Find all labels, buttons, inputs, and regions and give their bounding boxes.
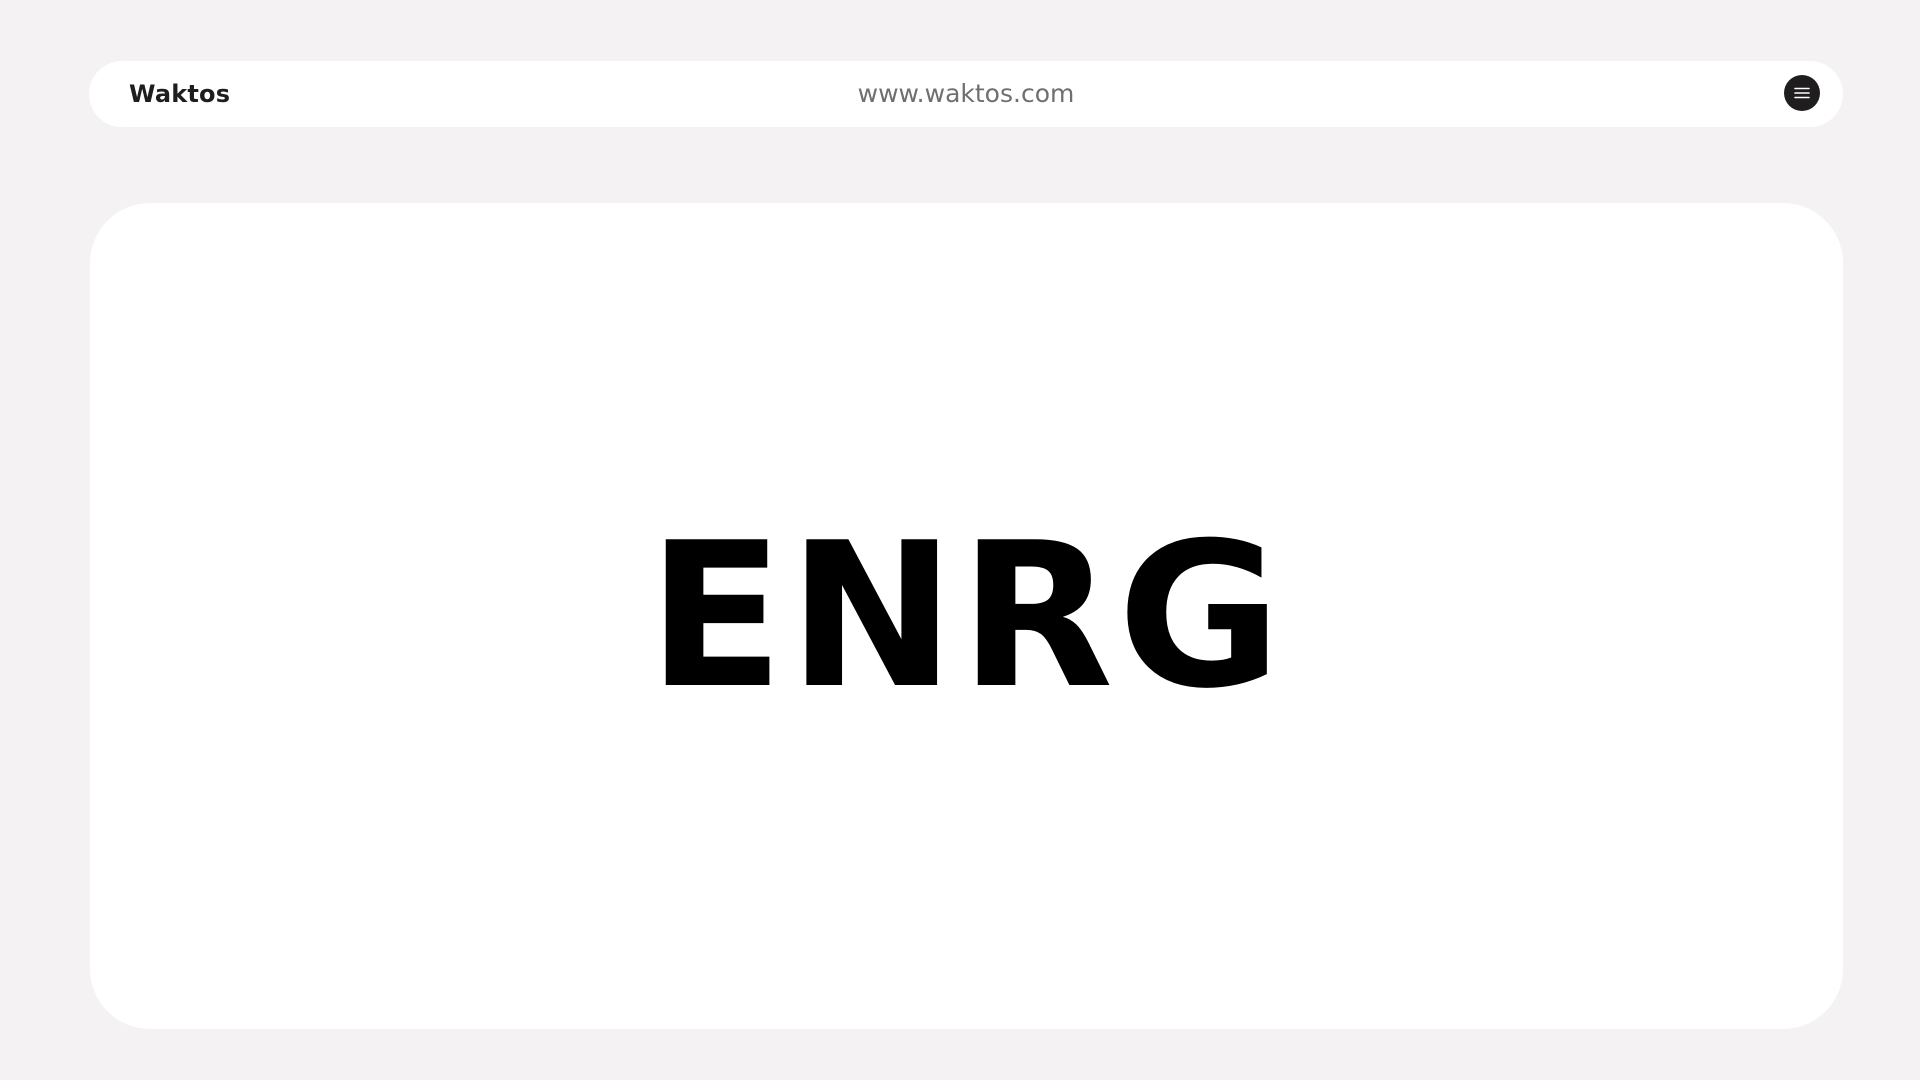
site-url: www.waktos.com: [857, 79, 1075, 108]
top-bar: Waktos www.waktos.com: [89, 61, 1843, 127]
hero-headline: ENRG: [647, 499, 1286, 733]
hamburger-menu-icon: [1794, 87, 1810, 99]
menu-button[interactable]: [1784, 75, 1820, 111]
hero-card: ENRG: [90, 203, 1843, 1029]
